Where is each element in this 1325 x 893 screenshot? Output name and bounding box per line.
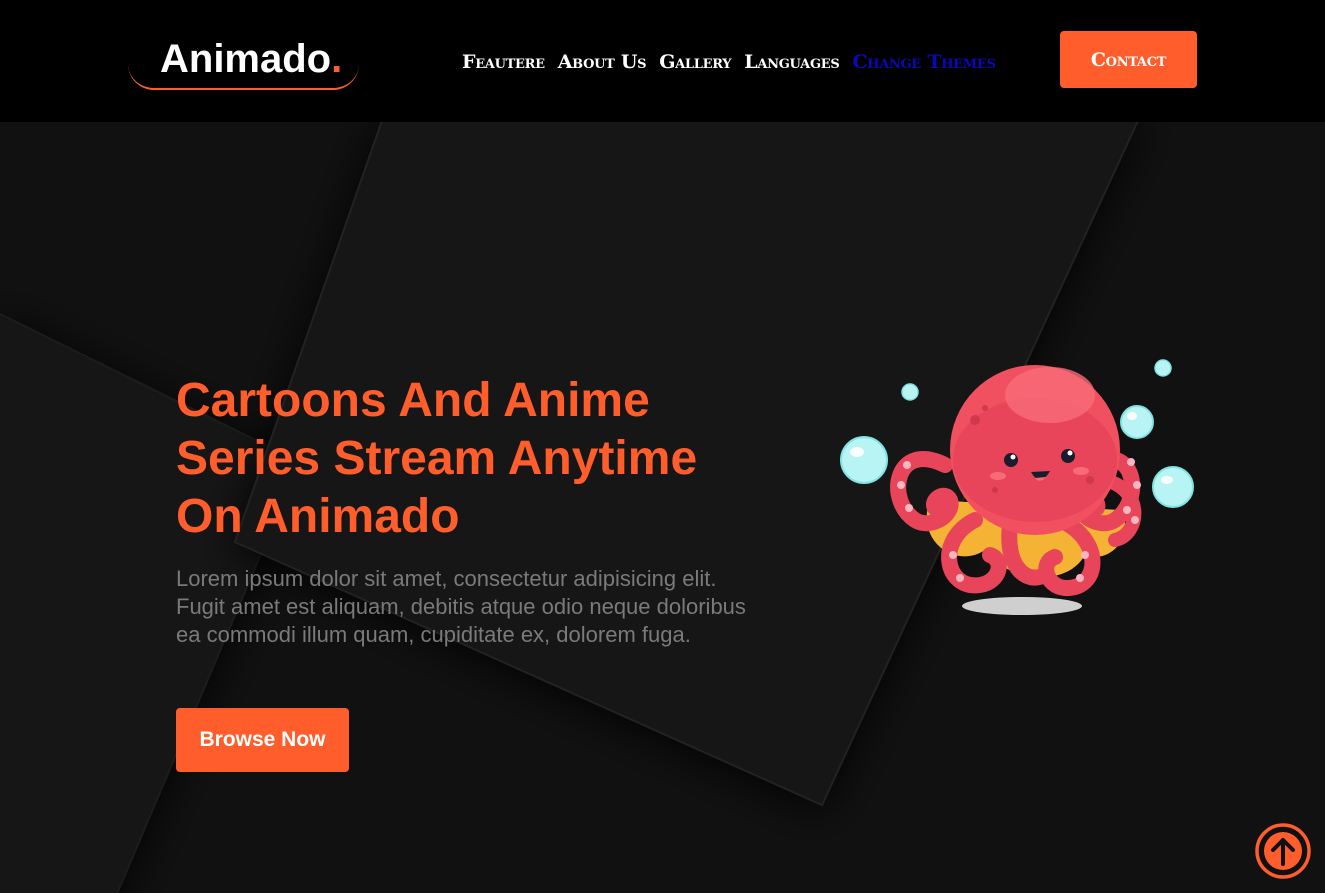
main-nav: Feautere About Us Gallery Languages Chan…: [462, 44, 996, 80]
hero-title: Cartoons And Anime Series Stream Anytime…: [176, 374, 698, 543]
nav-item-gallery[interactable]: Gallery: [659, 51, 731, 73]
logo-dot: .: [331, 37, 343, 81]
nav-item-about[interactable]: About Us: [558, 51, 647, 73]
contact-button[interactable]: Contact: [1060, 31, 1197, 88]
octopus-shadow: [962, 597, 1082, 615]
nav-item-change-themes[interactable]: Change Themes: [852, 51, 995, 73]
logo-text: Animado.: [160, 37, 343, 81]
browse-now-button[interactable]: Browse Now: [176, 708, 349, 772]
hero-section: Cartoons And Anime Series Stream Anytime…: [0, 122, 1325, 893]
site-header: Animado. Feautere About Us Gallery Langu…: [0, 0, 1325, 122]
nav-item-languages[interactable]: Languages: [744, 51, 839, 73]
arrow-up-circle-icon[interactable]: [1254, 822, 1312, 880]
nav-item-feature[interactable]: Feautere: [462, 51, 545, 73]
hero-description: Lorem ipsum dolor sit amet, consectetur …: [176, 566, 746, 647]
octopus-illustration: [840, 359, 1194, 615]
logo[interactable]: Animado.: [128, 35, 359, 90]
